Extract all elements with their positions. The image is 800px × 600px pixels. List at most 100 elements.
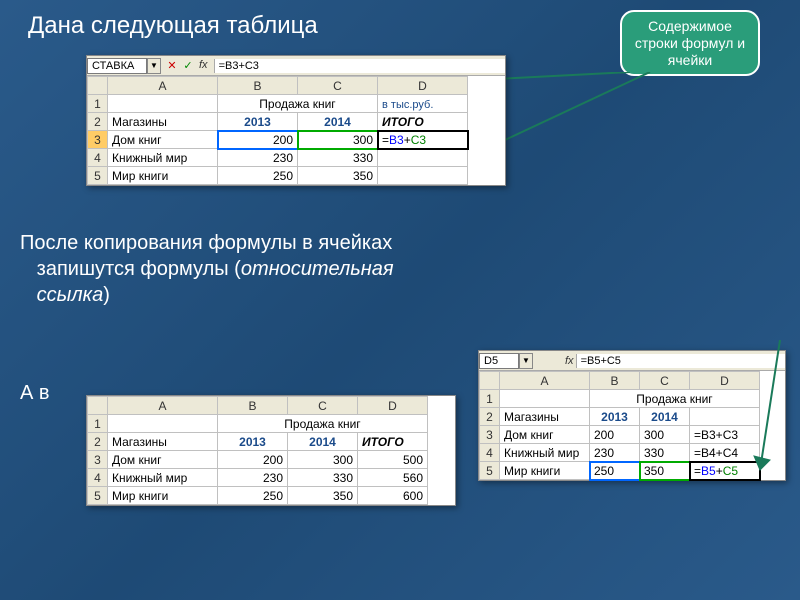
body-text-1: После копирования формулы в ячейках запи…: [20, 230, 580, 308]
row-header[interactable]: 1: [480, 390, 500, 408]
grid-3: A B C D 1 Продажа книг 2 Магазины 2013 2…: [479, 371, 760, 480]
cell[interactable]: ИТОГО: [358, 433, 428, 451]
cell[interactable]: 350: [298, 167, 378, 185]
name-box-dropdown-icon[interactable]: ▼: [147, 58, 161, 74]
cell[interactable]: 2013: [218, 113, 298, 131]
grid-2: A B C D 1 Продажа книг 2 Магазины 2013 2…: [87, 396, 428, 505]
cell[interactable]: 560: [358, 469, 428, 487]
fx-icon[interactable]: fx: [197, 59, 210, 73]
cell-title[interactable]: Продажа книг: [218, 415, 428, 433]
fx-icon[interactable]: fx: [563, 355, 576, 367]
cell[interactable]: 500: [358, 451, 428, 469]
row-header[interactable]: 2: [480, 408, 500, 426]
row-header[interactable]: 5: [480, 462, 500, 480]
cell[interactable]: Книжный мир: [500, 444, 590, 462]
col-header[interactable]: B: [218, 397, 288, 415]
cell[interactable]: ИТОГО: [378, 113, 468, 131]
year-label: 2014: [324, 115, 351, 129]
name-box-dropdown-icon[interactable]: ▼: [519, 353, 533, 369]
cell-title[interactable]: Продажа книг: [218, 95, 378, 113]
cell[interactable]: 250: [218, 167, 298, 185]
cell[interactable]: Мир книги: [108, 167, 218, 185]
col-header[interactable]: B: [590, 372, 640, 390]
cell[interactable]: 200: [590, 426, 640, 444]
row-header[interactable]: 4: [88, 149, 108, 167]
cell-b5[interactable]: 250: [590, 462, 640, 480]
cell[interactable]: 330: [298, 149, 378, 167]
col-header[interactable]: B: [218, 77, 298, 95]
cell[interactable]: Дом книг: [500, 426, 590, 444]
cell[interactable]: Мир книги: [500, 462, 590, 480]
enter-icon[interactable]: ✓: [181, 59, 195, 73]
row-header[interactable]: 2: [88, 433, 108, 451]
cell[interactable]: 230: [590, 444, 640, 462]
cell[interactable]: 230: [218, 149, 298, 167]
corner-cell[interactable]: [88, 77, 108, 95]
col-header[interactable]: A: [108, 397, 218, 415]
cell[interactable]: 350: [288, 487, 358, 505]
name-box[interactable]: D5: [479, 353, 519, 369]
col-header[interactable]: A: [500, 372, 590, 390]
corner-cell[interactable]: [88, 397, 108, 415]
row-header[interactable]: 5: [88, 487, 108, 505]
cell[interactable]: Книжный мир: [108, 149, 218, 167]
row-header[interactable]: 1: [88, 415, 108, 433]
cell-title[interactable]: Продажа книг: [590, 390, 760, 408]
cell[interactable]: 2014: [288, 433, 358, 451]
row-header[interactable]: 3: [480, 426, 500, 444]
cell[interactable]: 250: [218, 487, 288, 505]
cell[interactable]: Магазины: [108, 113, 218, 131]
cell-c3[interactable]: 300: [298, 131, 378, 149]
cell[interactable]: 330: [288, 469, 358, 487]
col-header[interactable]: A: [108, 77, 218, 95]
cell[interactable]: 200: [218, 451, 288, 469]
cell[interactable]: 2013: [218, 433, 288, 451]
excel-table-2: A B C D 1 Продажа книг 2 Магазины 2013 2…: [86, 395, 456, 506]
cell[interactable]: 300: [288, 451, 358, 469]
row-header[interactable]: 4: [480, 444, 500, 462]
cell-b3[interactable]: 200: [218, 131, 298, 149]
grid-1: A B C D 1 Продажа книг в тыс.руб. 2 Мага…: [87, 76, 468, 185]
row-header[interactable]: 2: [88, 113, 108, 131]
cell[interactable]: Дом книг: [108, 131, 218, 149]
cell[interactable]: Магазины: [500, 408, 590, 426]
arrow-to-d5: [740, 340, 790, 490]
row-header[interactable]: 3: [88, 131, 108, 149]
slide-title: Дана следующая таблица: [28, 12, 318, 40]
cell[interactable]: Книжный мир: [108, 469, 218, 487]
name-box[interactable]: СТАВКА: [87, 58, 147, 74]
arrow-to-cell: [480, 72, 680, 162]
cell[interactable]: 300: [640, 426, 690, 444]
cell[interactable]: в тыс.руб.: [378, 95, 468, 113]
row-header[interactable]: 5: [88, 167, 108, 185]
body-text-2: А в: [20, 380, 50, 406]
cell-c5[interactable]: 350: [640, 462, 690, 480]
cell[interactable]: 230: [218, 469, 288, 487]
col-header[interactable]: C: [288, 397, 358, 415]
cell[interactable]: 2014: [640, 408, 690, 426]
cancel-icon[interactable]: ✕: [165, 59, 179, 73]
cell[interactable]: [378, 167, 468, 185]
cell[interactable]: 330: [640, 444, 690, 462]
cell[interactable]: [108, 95, 218, 113]
unit-label: в тыс.руб.: [382, 99, 433, 111]
row-header[interactable]: 1: [88, 95, 108, 113]
cell[interactable]: 2014: [298, 113, 378, 131]
cell[interactable]: 600: [358, 487, 428, 505]
col-header[interactable]: D: [378, 77, 468, 95]
cell[interactable]: 2013: [590, 408, 640, 426]
col-header[interactable]: C: [640, 372, 690, 390]
cell-d3-editing[interactable]: =B3+C3: [378, 131, 468, 149]
cell[interactable]: Магазины: [108, 433, 218, 451]
cell[interactable]: Мир книги: [108, 487, 218, 505]
cell[interactable]: [108, 415, 218, 433]
cell[interactable]: [500, 390, 590, 408]
col-header[interactable]: D: [358, 397, 428, 415]
cell[interactable]: Дом книг: [108, 451, 218, 469]
row-header[interactable]: 4: [88, 469, 108, 487]
corner-cell[interactable]: [480, 372, 500, 390]
col-header[interactable]: C: [298, 77, 378, 95]
cell[interactable]: [378, 149, 468, 167]
formula-input[interactable]: =B3+C3: [214, 59, 505, 73]
row-header[interactable]: 3: [88, 451, 108, 469]
